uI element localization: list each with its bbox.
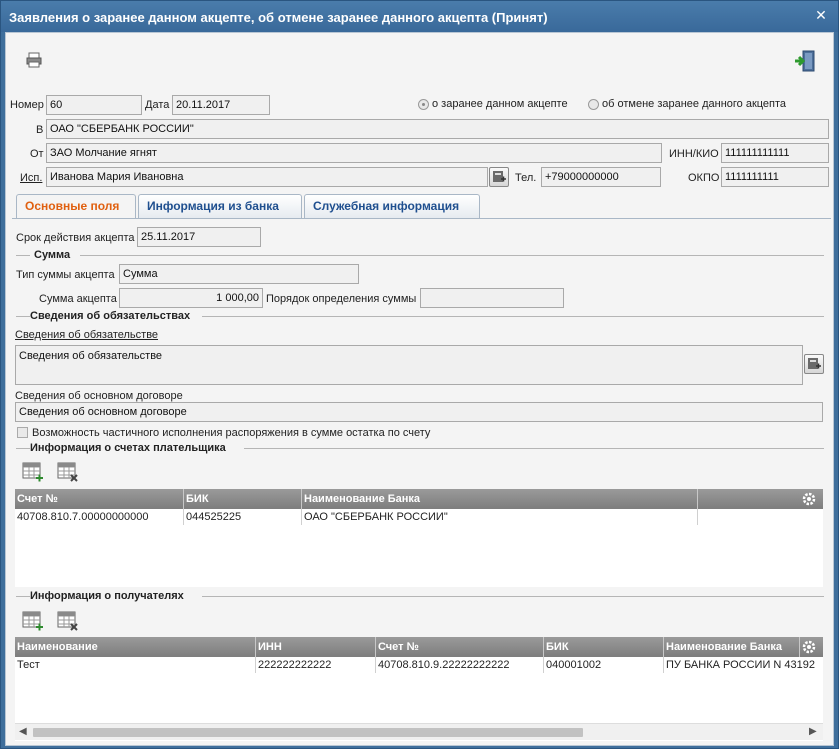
table-delete-icon[interactable] bbox=[57, 461, 79, 483]
dictionary-icon[interactable] bbox=[489, 167, 509, 187]
executor-link[interactable]: Исп. bbox=[20, 172, 42, 184]
table-cell: 044525225 bbox=[184, 509, 302, 525]
sum-section-title: Сумма bbox=[34, 249, 71, 261]
scrollbar-thumb[interactable] bbox=[33, 728, 583, 737]
okpo-field[interactable]: 1111111111 bbox=[721, 167, 829, 187]
date-label: Дата bbox=[145, 99, 170, 111]
term-field[interactable]: 25.11.2017 bbox=[137, 227, 261, 247]
date-field[interactable]: 20.11.2017 bbox=[172, 95, 270, 115]
okpo-label: ОКПО bbox=[688, 172, 720, 184]
to-field[interactable]: ОАО "СБЕРБАНК РОССИИ" bbox=[46, 119, 829, 139]
radio-advance-label: о заранее данном акцепте bbox=[432, 98, 568, 110]
to-label: В bbox=[36, 124, 44, 136]
inn-label: ИНН/КИО bbox=[669, 148, 719, 160]
number-field[interactable]: 60 bbox=[46, 95, 142, 115]
title-bar: Заявления о заранее данном акцепте, об о… bbox=[1, 1, 838, 32]
table-header: Наименование ИНН Счет № БИК Наименование… bbox=[15, 637, 823, 657]
inn-field[interactable]: 111111111111 bbox=[721, 143, 829, 163]
divider bbox=[202, 316, 824, 317]
gear-icon[interactable] bbox=[801, 491, 817, 507]
tel-label: Тел. bbox=[515, 172, 537, 184]
obligation-section-title: Сведения об обязательствах bbox=[30, 310, 191, 322]
tab-bank-info[interactable]: Информация из банка bbox=[138, 194, 302, 218]
column-header[interactable]: БИК bbox=[184, 489, 302, 509]
table-add-icon[interactable] bbox=[22, 461, 44, 483]
close-icon[interactable]: ✕ bbox=[814, 8, 828, 22]
radio-cancel-label: об отмене заранее данного акцепта bbox=[602, 98, 787, 110]
tab-main[interactable]: Основные поля bbox=[16, 194, 136, 219]
tel-field[interactable]: +79000000000 bbox=[541, 167, 661, 187]
partial-checkbox[interactable] bbox=[17, 427, 28, 438]
recipients-section-title: Информация о получателях bbox=[30, 590, 184, 602]
printer-icon[interactable] bbox=[25, 51, 43, 69]
table-cell: 040001002 bbox=[544, 657, 664, 673]
accounts-table: Счет № БИК Наименование Банка 40708.810.… bbox=[15, 489, 823, 587]
column-header[interactable]: БИК bbox=[544, 637, 664, 657]
dialog-window: Заявления о заранее данном акцепте, об о… bbox=[0, 0, 839, 749]
divider bbox=[244, 448, 824, 449]
radio-advance[interactable] bbox=[418, 99, 429, 110]
sum-label: Сумма акцепта bbox=[39, 293, 117, 305]
window-title: Заявления о заранее данном акцепте, об о… bbox=[9, 10, 548, 25]
table-row[interactable]: 40708.810.7.00000000000 044525225 ОАО "С… bbox=[15, 509, 823, 525]
column-header[interactable]: Наименование Банка bbox=[302, 489, 698, 509]
sum-field[interactable]: 1 000,00 bbox=[119, 288, 263, 308]
obligation-link[interactable]: Сведения об обязательстве bbox=[15, 329, 158, 341]
number-label: Номер bbox=[10, 99, 44, 111]
contract-field[interactable]: Сведения об основном договоре bbox=[15, 402, 823, 422]
partial-label: Возможность частичного исполнения распор… bbox=[32, 427, 431, 439]
radio-cancel[interactable] bbox=[588, 99, 599, 110]
recipients-table: Наименование ИНН Счет № БИК Наименование… bbox=[15, 637, 823, 741]
contract-label: Сведения об основном договоре bbox=[15, 390, 183, 402]
divider bbox=[16, 255, 30, 256]
order-field[interactable] bbox=[420, 288, 564, 308]
table-add-icon[interactable] bbox=[22, 610, 44, 632]
divider bbox=[16, 316, 30, 317]
accounts-section-title: Информация о счетах плательщика bbox=[30, 442, 226, 454]
sum-type-field[interactable]: Сумма bbox=[119, 264, 359, 284]
exit-door-icon[interactable] bbox=[793, 49, 817, 73]
gear-icon[interactable] bbox=[801, 639, 817, 655]
table-cell: 40708.810.7.00000000000 bbox=[15, 509, 184, 525]
table-row[interactable]: Тест 222222222222 40708.810.9.2222222222… bbox=[15, 657, 823, 673]
executor-field[interactable]: Иванова Мария Ивановна bbox=[46, 167, 488, 187]
column-header[interactable]: Счет № bbox=[15, 489, 184, 509]
table-cell: ПУ БАНКА РОССИИ N 43192 bbox=[666, 659, 816, 671]
dialog-body: Номер 60 Дата 20.11.2017 о заранее данно… bbox=[5, 32, 834, 746]
table-delete-icon[interactable] bbox=[57, 610, 79, 632]
column-header[interactable]: Наименование bbox=[15, 637, 256, 657]
from-label: От bbox=[30, 148, 44, 160]
horizontal-scrollbar[interactable]: ◀ ▶ bbox=[15, 723, 823, 740]
table-cell: 222222222222 bbox=[256, 657, 376, 673]
table-cell: ОАО "СБЕРБАНК РОССИИ" bbox=[302, 509, 698, 525]
divider bbox=[16, 448, 30, 449]
dictionary-icon[interactable] bbox=[804, 354, 824, 374]
divider bbox=[16, 596, 30, 597]
divider bbox=[202, 596, 824, 597]
table-cell: 40708.810.9.22222222222 bbox=[376, 657, 544, 673]
column-header[interactable]: Счет № bbox=[376, 637, 544, 657]
column-header[interactable]: ИНН bbox=[256, 637, 376, 657]
scroll-left-icon[interactable]: ◀ bbox=[19, 726, 27, 737]
divider bbox=[80, 255, 824, 256]
table-header: Счет № БИК Наименование Банка bbox=[15, 489, 823, 509]
order-label: Порядок определения суммы bbox=[266, 293, 417, 305]
obligation-textarea[interactable]: Сведения об обязательстве bbox=[15, 345, 803, 385]
term-label: Срок действия акцепта bbox=[16, 232, 135, 244]
tab-service-info[interactable]: Служебная информация bbox=[304, 194, 480, 218]
column-header[interactable]: Наименование Банка bbox=[664, 637, 800, 657]
from-field[interactable]: ЗАО Молчание ягнят bbox=[46, 143, 662, 163]
scroll-right-icon[interactable]: ▶ bbox=[809, 726, 817, 737]
sum-type-label: Тип суммы акцепта bbox=[16, 269, 115, 281]
table-cell: Тест bbox=[15, 657, 256, 673]
